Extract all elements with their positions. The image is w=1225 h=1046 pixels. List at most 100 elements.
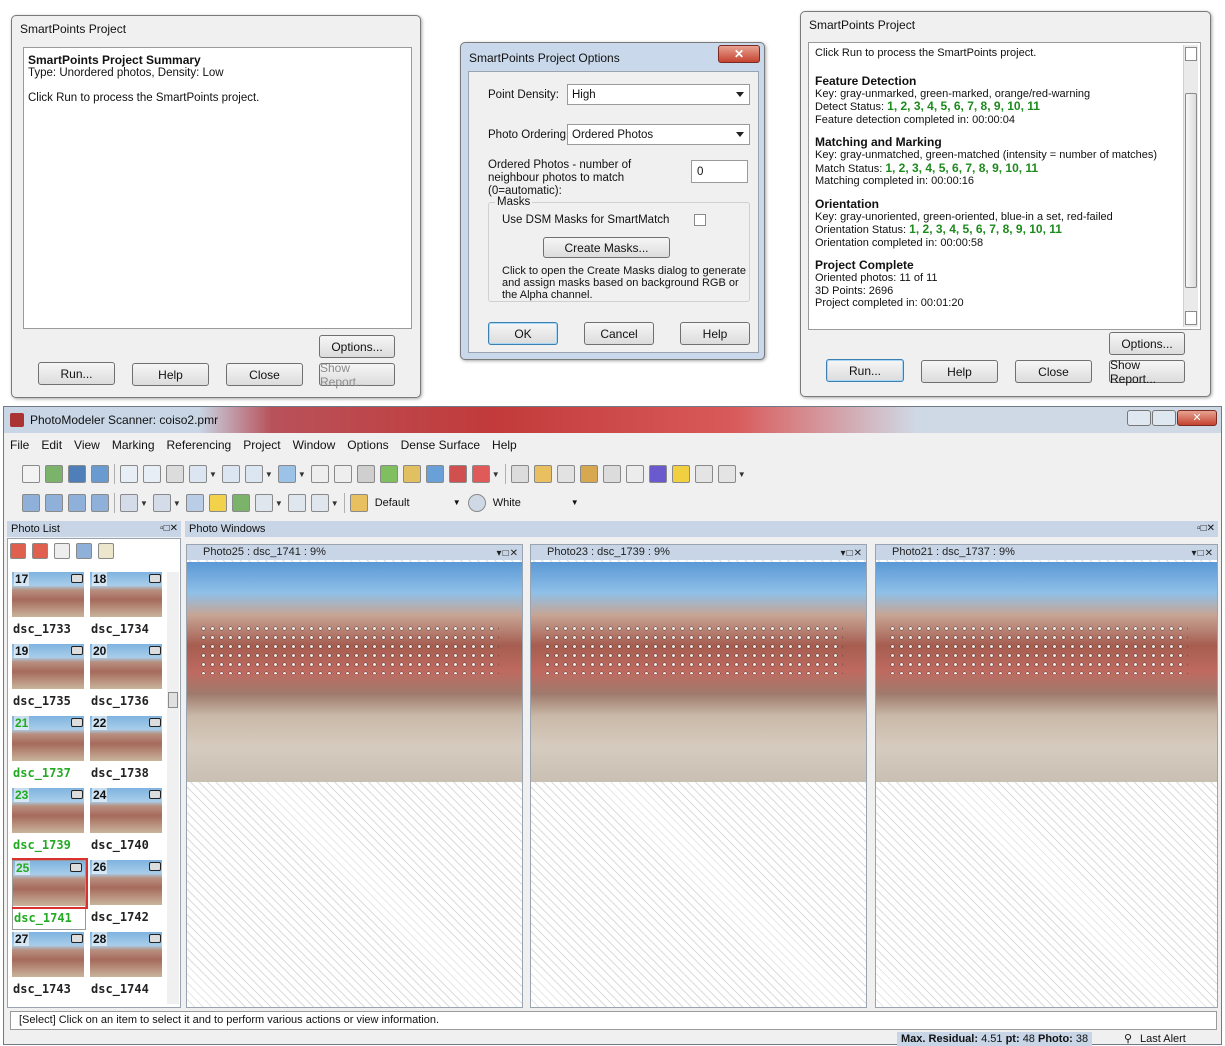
background-select[interactable]: White ▼ (491, 494, 581, 512)
panes-icon[interactable] (120, 494, 138, 512)
maximize-button[interactable] (1152, 410, 1176, 426)
grid-icon[interactable] (625, 465, 644, 483)
measure-icon[interactable] (208, 494, 227, 512)
camera-view-icon[interactable] (76, 543, 92, 559)
menu-dense-surface[interactable]: Dense Surface (401, 438, 480, 458)
table-view-icon[interactable] (68, 494, 86, 512)
close-x-button[interactable]: ✕ (718, 45, 760, 63)
save-icon[interactable] (68, 465, 86, 483)
reference-icon[interactable] (333, 465, 352, 483)
select-icon[interactable] (120, 465, 138, 483)
photo-thumb[interactable]: 26 dsc_1742 (90, 860, 164, 930)
cancel-button[interactable]: Cancel (584, 322, 654, 345)
photo-view-icon[interactable] (22, 494, 40, 512)
photo-thumb[interactable]: 28 dsc_1744 (90, 932, 164, 1002)
window-controls-icon[interactable]: ▾□✕ (841, 546, 863, 561)
texture-icon[interactable] (602, 465, 621, 483)
mark-curve-icon[interactable] (244, 465, 263, 483)
menu-window[interactable]: Window (293, 438, 336, 458)
close-window-button[interactable]: ✕ (1177, 410, 1217, 426)
photo-thumb[interactable]: 20 dsc_1736 (90, 644, 164, 714)
link-green-icon[interactable] (379, 465, 398, 483)
help-button[interactable]: Help (921, 360, 998, 383)
export-icon[interactable] (717, 465, 736, 483)
scroll-down-icon[interactable] (1185, 311, 1197, 325)
help-button[interactable]: Help (680, 322, 750, 345)
photo-image[interactable] (876, 562, 1217, 782)
zoom-fit-icon[interactable] (287, 494, 306, 512)
photo-image[interactable] (187, 562, 522, 782)
mark-point-icon[interactable] (189, 465, 207, 483)
style-select[interactable]: Default ▼ (373, 494, 463, 512)
grid-view-icon[interactable] (310, 494, 329, 512)
close-button[interactable]: Close (226, 363, 303, 386)
pencil-icon[interactable] (310, 465, 329, 483)
process-icon[interactable] (402, 465, 421, 483)
wireframe-icon[interactable] (648, 465, 667, 483)
create-masks-button[interactable]: Create Masks... (543, 237, 670, 258)
run-button[interactable]: Run... (826, 359, 904, 382)
link-icon[interactable] (356, 465, 375, 483)
menu-project[interactable]: Project (243, 438, 280, 458)
mark-line-icon[interactable] (221, 465, 240, 483)
menu-view[interactable]: View (74, 438, 100, 458)
new-project-icon[interactable] (22, 465, 40, 483)
delete-icon[interactable] (166, 465, 184, 483)
menu-file[interactable]: File (10, 438, 29, 458)
photo-thumb[interactable]: 27 dsc_1743 (12, 932, 86, 1002)
style-icon[interactable] (349, 494, 368, 512)
photo-thumb[interactable]: 24 dsc_1740 (90, 788, 164, 858)
alert-icon[interactable]: ⚲ (1124, 1032, 1132, 1046)
dock-controls-icon[interactable]: ▫□✕ (160, 521, 178, 537)
close-button[interactable]: Close (1015, 360, 1092, 383)
menu-options[interactable]: Options (347, 438, 388, 458)
window-controls-icon[interactable]: ▾□✕ (497, 546, 519, 561)
photo-thumb[interactable]: 21 dsc_1737 (12, 716, 86, 786)
neighbour-input[interactable]: 0 (691, 160, 748, 183)
table-icon[interactable] (471, 465, 490, 483)
photo-thumb[interactable]: 19 dsc_1735 (12, 644, 86, 714)
targets-off-icon[interactable] (556, 465, 575, 483)
scroll-thumb[interactable] (168, 692, 178, 708)
undo-icon[interactable] (91, 465, 109, 483)
photo-window[interactable]: Photo23 : dsc_1739 : 9% ▾□✕ (530, 544, 867, 1008)
help-button[interactable]: Help (132, 363, 209, 386)
photo-thumb[interactable]: 18 dsc_1734 (90, 572, 164, 642)
last-alert[interactable]: Last Alert (1140, 1032, 1186, 1046)
check-icon[interactable] (231, 494, 250, 512)
options-button[interactable]: Options... (319, 335, 395, 358)
paint-icon[interactable] (579, 465, 598, 483)
quality-icon[interactable] (91, 494, 109, 512)
orient-icon[interactable] (448, 465, 467, 483)
photo-icon[interactable] (425, 465, 444, 483)
mesh-icon[interactable] (694, 465, 713, 483)
zoom-icon[interactable] (254, 494, 273, 512)
photo-thumb[interactable]: 17 dsc_1733 (12, 572, 86, 642)
report-scrollbar[interactable] (1183, 45, 1198, 327)
show-report-button[interactable]: Show Report... (1109, 358, 1185, 386)
targets-icon[interactable] (533, 465, 552, 483)
photo-window[interactable]: Photo21 : dsc_1737 : 9% ▾□✕ (875, 544, 1218, 1008)
scroll-up-icon[interactable] (1185, 47, 1197, 61)
3d-view-icon[interactable] (45, 494, 63, 512)
layout-icon[interactable] (185, 494, 204, 512)
scroll-thumb[interactable] (1185, 93, 1197, 288)
minimize-button[interactable] (1127, 410, 1151, 426)
add-photo-icon[interactable] (10, 543, 26, 559)
photo-list-scrollbar[interactable] (167, 572, 179, 1004)
photo-window[interactable]: Photo25 : dsc_1741 : 9% ▾□✕ (186, 544, 523, 1008)
list-view-icon[interactable] (54, 543, 70, 559)
menu-edit[interactable]: Edit (41, 438, 62, 458)
use-dsm-checkbox[interactable] (694, 214, 706, 226)
photo-image[interactable] (531, 562, 866, 782)
dense-icon[interactable] (671, 465, 690, 483)
remove-photo-icon[interactable] (32, 543, 48, 559)
photo-thumb[interactable]: 22 dsc_1738 (90, 716, 164, 786)
photo-ordering-select[interactable]: Ordered Photos (567, 124, 750, 145)
ok-button[interactable]: OK (488, 322, 558, 345)
menu-help[interactable]: Help (492, 438, 517, 458)
point-density-select[interactable]: High (567, 84, 750, 105)
run-button[interactable]: Run... (38, 362, 115, 385)
multi-select-icon[interactable] (143, 465, 161, 483)
photo-thumb-selected[interactable]: 25 dsc_1741 (12, 858, 88, 930)
